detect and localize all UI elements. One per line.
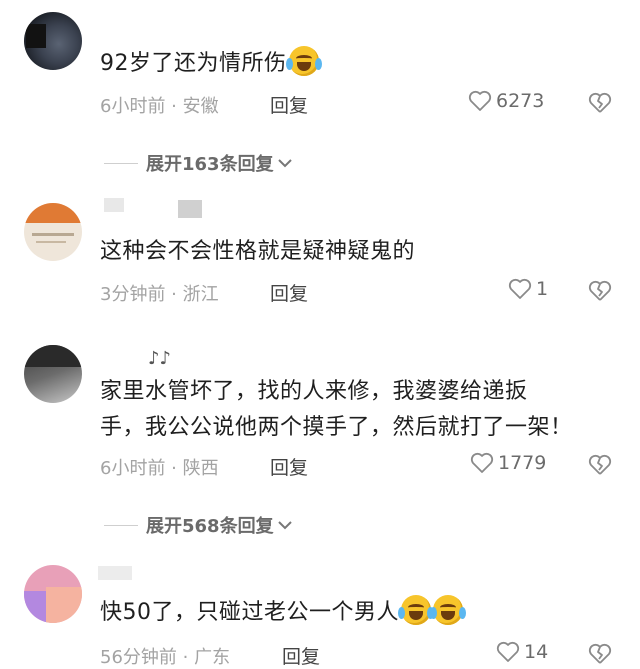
avatar[interactable] [24,203,82,261]
reply-button[interactable]: 回复 [282,642,320,669]
divider-line [104,162,138,164]
like-button[interactable]: 1 [508,278,548,300]
heart-outline-icon [468,90,492,111]
dislike-button[interactable] [588,92,612,118]
avatar[interactable] [24,565,82,623]
crying-laughing-emoji-icon [285,46,322,76]
like-count: 6273 [496,90,545,112]
time-location: 6小时前 · 安徽 [100,96,219,117]
comment-text: 快50了，只碰过老公一个男人 [100,595,620,631]
time-location: 56分钟前 · 广东 [100,647,231,668]
dislike-button[interactable] [588,454,612,480]
broken-heart-icon [588,280,612,301]
reply-button[interactable]: 回复 [270,91,308,118]
like-button[interactable]: 6273 [468,90,544,112]
music-note-icon: ♪♪ [148,348,171,369]
chevron-down-icon [277,521,292,530]
time-location: 3分钟前 · 浙江 [100,284,219,305]
time-location: 6小时前 · 陕西 [100,458,219,479]
expand-replies-label: 展开568条回复 [146,516,274,537]
chevron-down-icon [277,159,292,168]
comment-text: 这种会不会性格就是疑神疑鬼的 [100,239,416,264]
comment-meta: 3分钟前 · 浙江 [100,280,219,306]
expand-replies-label: 展开163条回复 [146,154,274,175]
divider-line [104,524,138,526]
broken-heart-icon [588,643,612,664]
heart-outline-icon [470,452,494,473]
comment-meta: 6小时前 · 安徽 [100,92,219,118]
avatar[interactable] [24,345,82,403]
like-button[interactable]: 1779 [470,452,546,474]
comment-meta: 56分钟前 · 广东 [100,643,230,669]
reply-button[interactable]: 回复 [270,279,308,306]
dislike-button[interactable] [588,280,612,306]
expand-replies-button[interactable]: 展开568条回复 [104,512,293,538]
like-count: 14 [524,641,549,663]
broken-heart-icon [588,454,612,475]
like-count: 1779 [498,452,547,474]
comment-text: 92岁了还为情所伤 [100,46,620,82]
broken-heart-icon [588,92,612,113]
comment-text: 家里水管坏了，找的人来修，我婆婆给递扳 手，我公公说他两个摸手了，然后就打了一架… [100,379,573,440]
reply-button[interactable]: 回复 [270,453,308,480]
expand-replies-button[interactable]: 展开163条回复 [104,150,293,176]
crying-laughing-emoji-icon [398,595,434,625]
heart-outline-icon [508,278,532,299]
crying-laughing-emoji-icon [430,595,466,625]
like-button[interactable]: 14 [496,641,548,663]
username-placeholder [178,200,202,218]
like-count: 1 [536,278,549,300]
username-placeholder [104,198,124,212]
dislike-button[interactable] [588,643,612,669]
avatar[interactable] [24,12,82,70]
heart-outline-icon [496,641,520,662]
username-placeholder [98,566,132,580]
comment-meta: 6小时前 · 陕西 [100,454,219,480]
